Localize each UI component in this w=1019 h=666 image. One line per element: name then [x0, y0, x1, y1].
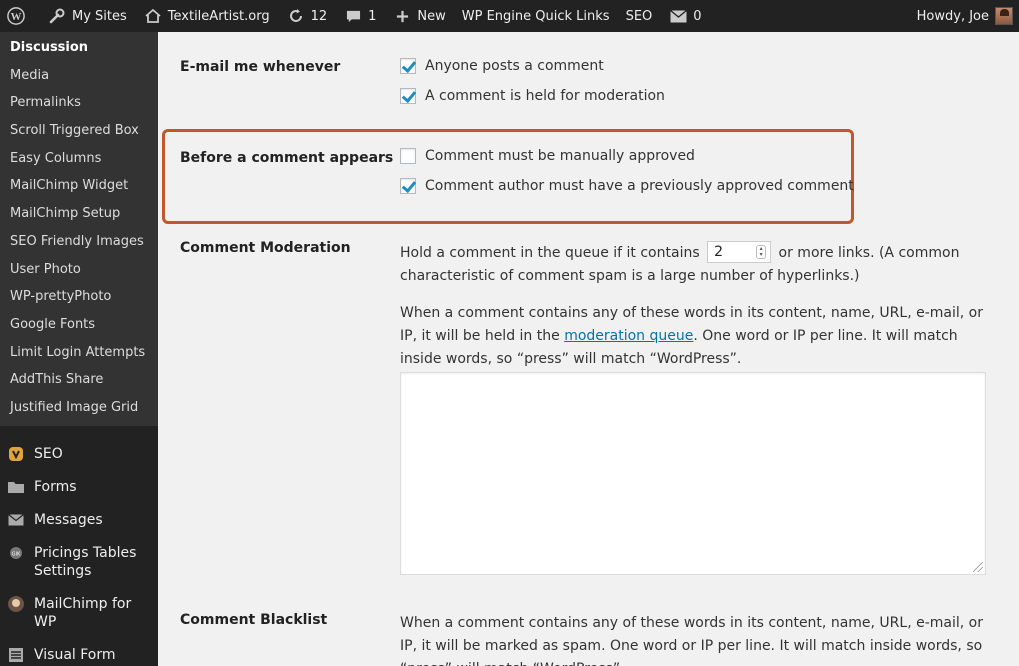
submenu-item-discussion[interactable]: Discussion [0, 34, 158, 62]
option-held-for-moderation[interactable]: A comment is held for moderation [400, 88, 665, 104]
envelope-icon [6, 511, 26, 529]
menu-item-forms[interactable]: Forms [0, 471, 158, 504]
menu-item-label: SEO [34, 446, 63, 462]
submenu-item-mailchimp-setup[interactable]: MailChimp Setup [0, 200, 158, 228]
comment-bubble-icon [343, 6, 363, 26]
howdy-label: Howdy, Joe [916, 8, 989, 24]
previously-approved-checkbox[interactable] [400, 178, 416, 194]
menu-item-label: Messages [34, 512, 103, 528]
manually-approved-checkbox[interactable] [400, 148, 416, 164]
held-moderation-checkbox[interactable] [400, 88, 416, 104]
svg-text:W: W [11, 11, 22, 23]
envelope-icon [668, 6, 688, 26]
anyone-posts-checkbox[interactable] [400, 58, 416, 74]
mailchimp-icon [6, 595, 26, 613]
submenu-item-addthis-share[interactable]: AddThis Share [0, 366, 158, 394]
submenu-item-permalinks[interactable]: Permalinks [0, 89, 158, 117]
new-label: New [417, 8, 446, 24]
moderation-links-value: 2 [714, 243, 723, 260]
moderation-queue-link[interactable]: moderation queue [564, 328, 693, 344]
before-comment-appears-label: Before a comment appears [180, 150, 394, 166]
messages-count: 0 [693, 8, 702, 24]
seo-label: SEO [625, 8, 653, 24]
previously-approved-label: Comment author must have a previously ap… [425, 178, 854, 194]
submenu-item-media[interactable]: Media [0, 62, 158, 90]
email-me-whenever-label: E-mail me whenever [180, 59, 341, 75]
resize-handle-icon[interactable] [973, 562, 983, 572]
submenu-item-seo-friendly-images[interactable]: SEO Friendly Images [0, 228, 158, 256]
menu-item-label: Forms [34, 479, 77, 495]
manually-approved-label: Comment must be manually approved [425, 148, 695, 164]
comment-moderation-label: Comment Moderation [180, 240, 351, 256]
submenu-item-user-photo[interactable]: User Photo [0, 256, 158, 284]
my-sites-label: My Sites [72, 8, 127, 24]
option-manually-approved[interactable]: Comment must be manually approved [400, 148, 695, 164]
menu-item-visual-form-builder[interactable]: Visual Form Builder [0, 639, 158, 666]
comments-menu[interactable]: 1 [335, 0, 384, 32]
comments-count: 1 [368, 8, 377, 24]
site-name-menu[interactable]: TextileArtist.org [135, 0, 278, 32]
admin-menu: SEO Forms Messages GIK Pricings Tables Setti… [0, 426, 158, 666]
submenu-item-easy-columns[interactable]: Easy Columns [0, 145, 158, 173]
menu-item-label: Pricings Tables Settings [34, 545, 137, 579]
account-menu[interactable]: Howdy, Joe [909, 0, 1019, 32]
seo-icon [6, 445, 26, 463]
updates-count: 12 [310, 8, 328, 24]
submenu-item-justified-image-grid[interactable]: Justified Image Grid [0, 394, 158, 422]
held-moderation-label: A comment is held for moderation [425, 88, 665, 104]
submenu-item-wp-prettyphoto[interactable]: WP-prettyPhoto [0, 283, 158, 311]
wpengine-label: WP Engine Quick Links [461, 8, 610, 24]
seo-menu[interactable]: SEO [618, 0, 661, 32]
wordpress-icon: W [6, 6, 26, 26]
messages-menu[interactable]: 0 [660, 0, 709, 32]
submenu-item-google-fonts[interactable]: Google Fonts [0, 311, 158, 339]
option-previously-approved[interactable]: Comment author must have a previously ap… [400, 178, 854, 194]
anyone-posts-label: Anyone posts a comment [425, 58, 604, 74]
form-builder-icon [6, 646, 26, 664]
moderation-keys-description: When a comment contains any of these wor… [400, 302, 990, 371]
option-anyone-posts-comment[interactable]: Anyone posts a comment [400, 58, 604, 74]
admin-sidebar: Discussion Media Permalinks Scroll Triggere… [0, 32, 158, 666]
moderation-links-input[interactable]: 2 ▴ ▾ [707, 241, 772, 263]
home-icon [143, 6, 163, 26]
comment-blacklist-label: Comment Blacklist [180, 612, 328, 628]
stepper-arrows-icon[interactable]: ▴ ▾ [756, 245, 767, 259]
avatar [995, 7, 1013, 25]
refresh-icon [286, 6, 306, 26]
menu-item-seo[interactable]: SEO [0, 438, 158, 471]
submenu-item-limit-login-attempts[interactable]: Limit Login Attempts [0, 339, 158, 367]
admin-bar: W My Sites TextileArtist.org 12 1 New WP… [0, 0, 1019, 32]
wpengine-quick-links-menu[interactable]: WP Engine Quick Links [454, 0, 618, 32]
submenu-item-mailchimp-widget[interactable]: MailChimp Widget [0, 172, 158, 200]
moderation-text-before: Hold a comment in the queue if it contai… [400, 245, 700, 261]
new-content-menu[interactable]: New [384, 0, 453, 32]
menu-item-label: MailChimp for WP [34, 596, 132, 630]
wrench-icon [47, 6, 67, 26]
menu-item-pricings-tables-settings[interactable]: GIK Pricings Tables Settings [0, 537, 158, 588]
wordpress-logo-button[interactable]: W [0, 0, 39, 32]
highlight-annotation-box [162, 129, 854, 224]
settings-submenu: Discussion Media Permalinks Scroll Triggere… [0, 32, 158, 426]
folder-icon [6, 478, 26, 496]
my-sites-menu[interactable]: My Sites [39, 0, 135, 32]
menu-item-mailchimp-for-wp[interactable]: MailChimp for WP [0, 588, 158, 639]
menu-item-messages[interactable]: Messages [0, 504, 158, 537]
site-name-label: TextileArtist.org [167, 8, 270, 24]
discussion-settings-form: E-mail me whenever Anyone posts a commen… [158, 32, 1019, 666]
pricing-icon: GIK [6, 544, 26, 562]
plus-icon [392, 6, 412, 26]
submenu-item-scroll-triggered-box[interactable]: Scroll Triggered Box [0, 117, 158, 145]
svg-text:GIK: GIK [12, 552, 21, 558]
moderation-keys-textarea[interactable] [400, 372, 986, 575]
moderation-links-text: Hold a comment in the queue if it contai… [400, 241, 990, 288]
updates-menu[interactable]: 12 [278, 0, 336, 32]
blacklist-description: When a comment contains any of these wor… [400, 615, 983, 666]
menu-item-label: Visual Form Builder [34, 647, 116, 666]
